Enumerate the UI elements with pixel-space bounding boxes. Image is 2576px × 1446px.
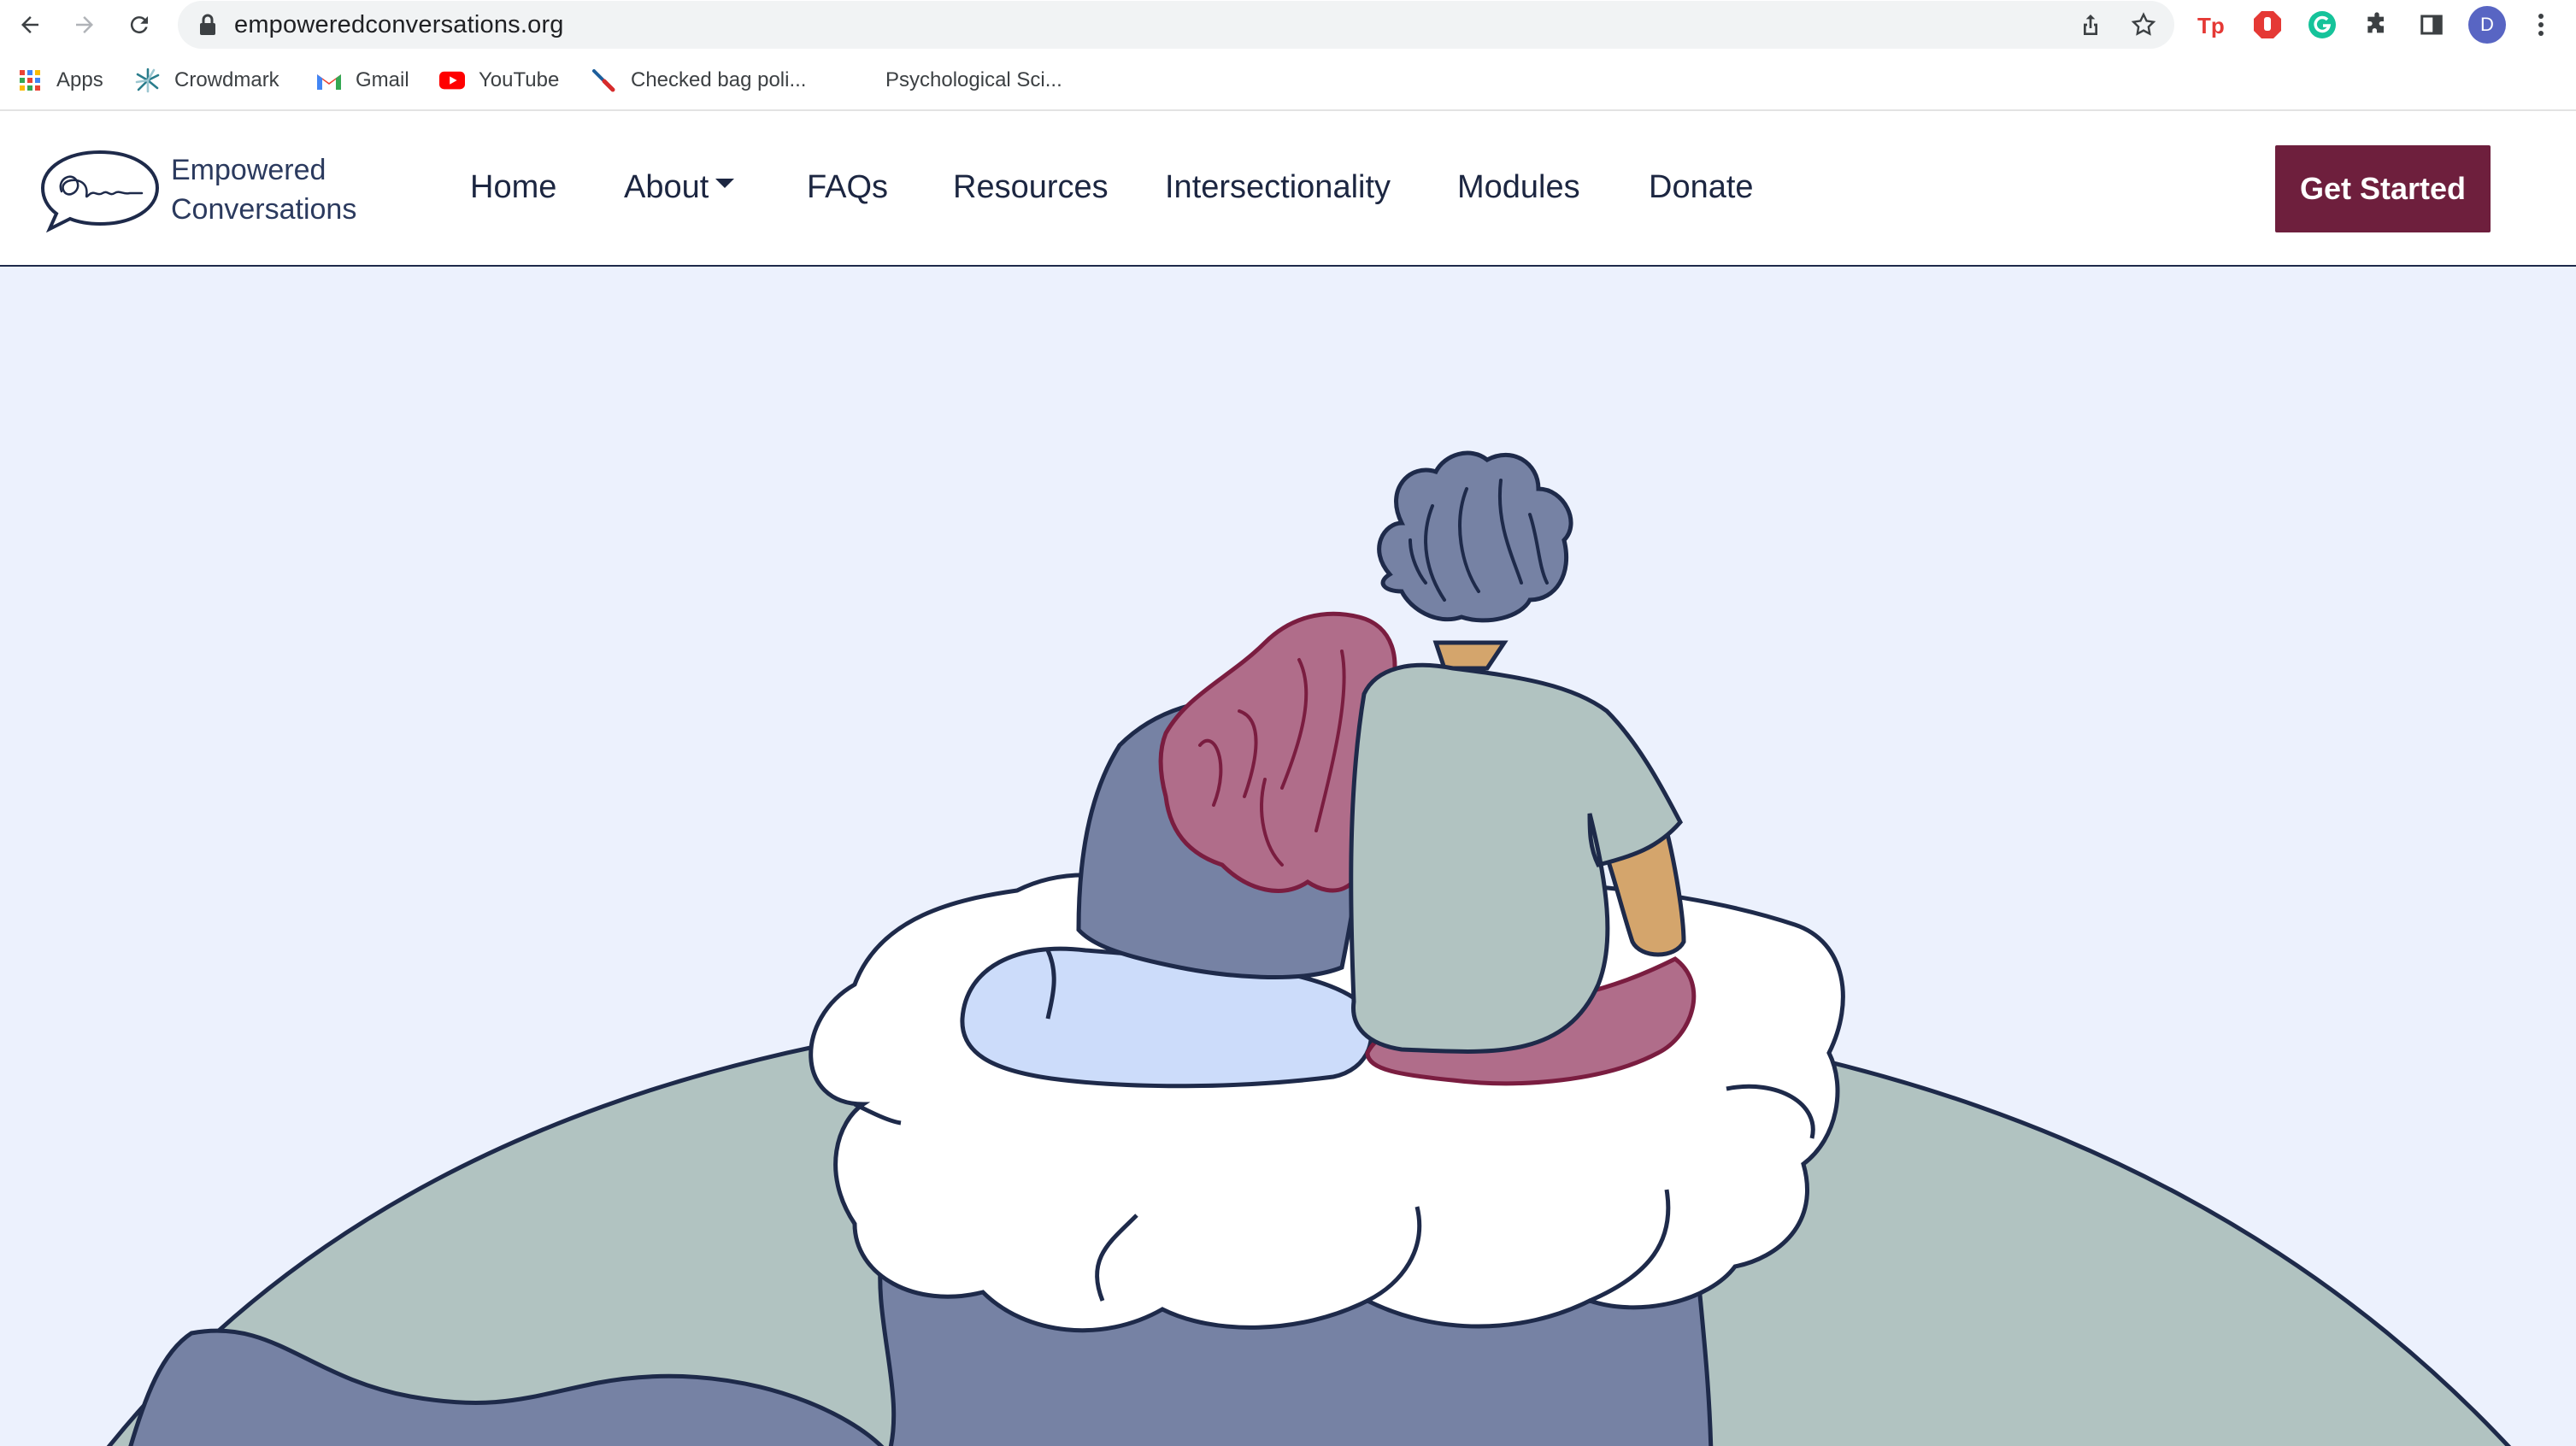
caret-down-icon (715, 179, 735, 189)
address-bar[interactable]: empoweredconversations.org (178, 1, 2174, 49)
crowdmark-icon (135, 68, 161, 93)
share-icon[interactable] (2077, 11, 2104, 38)
nav-home[interactable]: Home (470, 169, 556, 206)
nav-intersectionality[interactable]: Intersectionality (1165, 169, 1391, 206)
lock-icon (200, 14, 215, 35)
reload-icon (130, 16, 148, 34)
gmail-icon (316, 68, 342, 93)
brand-name[interactable]: Empowered Conversations (171, 150, 356, 229)
url-text: empoweredconversations.org (234, 11, 564, 38)
star-icon[interactable] (2130, 11, 2157, 38)
browser-toolbar: empoweredconversations.org Tp D (0, 0, 2576, 50)
youtube-icon (439, 68, 465, 93)
bookmark-apps[interactable]: Apps (17, 65, 103, 96)
bookmarks-bar: Apps Crowdmark Gmail YouTube Checked bag… (0, 50, 2576, 111)
site-header: Empowered Conversations Home About FAQs … (0, 111, 2576, 267)
hero-section (0, 267, 2576, 1446)
arrow-left-icon (21, 16, 38, 33)
bookmark-gmail[interactable]: Gmail (316, 65, 409, 96)
svg-text:Tp: Tp (2197, 13, 2225, 38)
get-started-button[interactable]: Get Started (2275, 145, 2491, 232)
bookmark-youtube[interactable]: YouTube (439, 65, 559, 96)
speech-bubble-logo-icon[interactable] (38, 145, 162, 232)
puzzle-icon[interactable] (2359, 7, 2395, 43)
nav-about[interactable]: About (624, 169, 735, 206)
side-panel-icon[interactable] (2414, 7, 2450, 43)
bookmark-checked-bag[interactable]: Checked bag poli... (591, 65, 806, 96)
bookmark-crowdmark[interactable]: Crowdmark (135, 65, 279, 96)
blank-page-icon (846, 68, 872, 93)
nav-resources[interactable]: Resources (953, 169, 1109, 206)
forward-button[interactable] (65, 5, 104, 44)
arrow-right-icon (76, 16, 93, 33)
adblock-extension-icon[interactable] (2250, 7, 2285, 43)
kebab-menu-icon[interactable] (2523, 7, 2559, 43)
tp-extension-icon[interactable]: Tp (2195, 7, 2231, 43)
nav-faqs[interactable]: FAQs (807, 169, 888, 206)
profile-avatar[interactable]: D (2468, 6, 2506, 44)
person-right-illustration (1349, 450, 1697, 1086)
hero-illustration (106, 450, 2512, 1446)
reload-button[interactable] (120, 5, 159, 44)
nav-donate[interactable]: Donate (1649, 169, 1754, 206)
airline-icon (591, 68, 617, 93)
bookmark-psych-sci[interactable]: Psychological Sci... (846, 65, 1062, 96)
nav-modules[interactable]: Modules (1457, 169, 1580, 206)
apps-grid-icon (17, 68, 43, 93)
back-button[interactable] (10, 5, 50, 44)
person-left-illustration (960, 611, 1397, 1089)
grammarly-extension-icon[interactable] (2304, 7, 2340, 43)
